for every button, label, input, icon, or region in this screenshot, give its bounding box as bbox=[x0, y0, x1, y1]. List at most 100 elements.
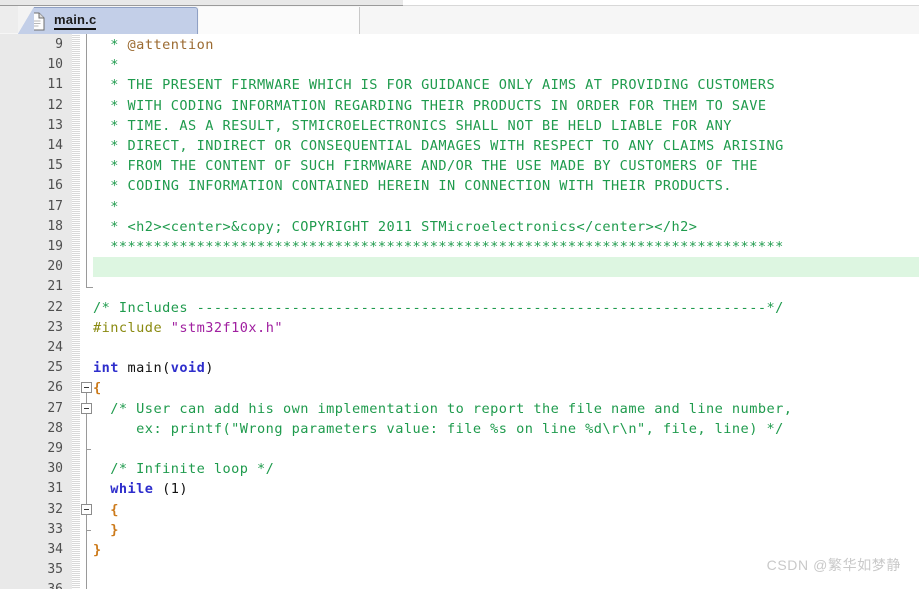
line-number: 22 bbox=[47, 299, 63, 315]
fold-region-end bbox=[86, 287, 93, 289]
line-number: 32 bbox=[47, 501, 63, 517]
code-line[interactable]: } bbox=[93, 540, 102, 560]
code-token: * DIRECT, INDIRECT OR CONSEQUENTIAL DAMA… bbox=[93, 138, 784, 154]
code-token: * bbox=[93, 198, 119, 215]
line-number: 12 bbox=[47, 97, 63, 113]
line-number: 29 bbox=[47, 441, 63, 456]
code-token: ) bbox=[179, 481, 189, 498]
fold-region-tick bbox=[86, 449, 91, 450]
code-line[interactable]: while (1) bbox=[93, 479, 188, 499]
code-line[interactable]: } bbox=[93, 520, 119, 540]
editor-body: 9 10 11 12 13 14 15 16 17 18 19 20 21 22 23 24 25 26 27 28 2… bbox=[0, 34, 919, 589]
code-token: /* Includes ----------------------------… bbox=[93, 299, 784, 316]
code-line[interactable]: /* Infinite loop */ bbox=[93, 459, 274, 479]
code-folding-column[interactable] bbox=[80, 34, 93, 589]
tab-bar-left-filler bbox=[0, 6, 18, 33]
code-token: } bbox=[93, 542, 102, 558]
code-token: "stm32f10x.h" bbox=[170, 319, 283, 336]
line-number: 13 bbox=[47, 117, 63, 133]
line-number: 18 bbox=[47, 218, 63, 234]
code-line[interactable]: * FROM THE CONTENT OF SUCH FIRMWARE AND/… bbox=[93, 156, 758, 176]
code-line[interactable]: * WITH CODING INFORMATION REGARDING THEI… bbox=[93, 96, 766, 116]
csdn-watermark: CSDN @繁华如梦静 bbox=[766, 557, 901, 573]
code-token: * bbox=[93, 37, 128, 53]
code-token: /* User can add his own implementation t… bbox=[93, 400, 793, 417]
code-line[interactable]: #include "stm32f10x.h" bbox=[93, 318, 283, 338]
line-number: 11 bbox=[47, 77, 63, 93]
line-number: 14 bbox=[47, 138, 63, 153]
editor-tab-bar: main.c bbox=[0, 6, 919, 35]
code-line[interactable]: ex: printf("Wrong parameters value: file… bbox=[93, 419, 784, 439]
line-number: 33 bbox=[47, 521, 63, 537]
code-token: ex: printf("Wrong parameters value: file… bbox=[93, 420, 784, 437]
line-number-gutter[interactable]: 9 10 11 12 13 14 15 16 17 18 19 20 21 22 23 24 25 26 27 28 2… bbox=[0, 34, 72, 589]
code-line[interactable]: * bbox=[93, 55, 119, 75]
code-line[interactable]: int main(void) bbox=[93, 358, 214, 378]
code-token: * WITH CODING INFORMATION REGARDING THEI… bbox=[93, 97, 767, 114]
line-number: 31 bbox=[47, 481, 63, 497]
highlighted-line bbox=[93, 257, 919, 278]
fold-collapse-icon[interactable] bbox=[81, 402, 92, 414]
code-line[interactable]: * TIME. AS A RESULT, STMICROELECTRONICS … bbox=[93, 116, 732, 136]
code-token: ( bbox=[162, 360, 171, 377]
code-text-area[interactable]: * @attention * * THE PRESENT FIRMWARE WH… bbox=[93, 34, 919, 589]
fold-guide-line bbox=[86, 34, 87, 288]
line-number: 23 bbox=[47, 319, 63, 335]
code-line[interactable]: * <h2><center>&copy; COPYRIGHT 2011 STMi… bbox=[93, 217, 697, 237]
code-token: @attention bbox=[127, 37, 214, 53]
code-token: int bbox=[93, 360, 119, 377]
code-line[interactable]: * DIRECT, INDIRECT OR CONSEQUENTIAL DAMA… bbox=[93, 136, 784, 156]
code-token: * TIME. AS A RESULT, STMICROELECTRONICS … bbox=[93, 117, 732, 134]
code-token: * THE PRESENT FIRMWARE WHICH IS FOR GUID… bbox=[93, 77, 776, 94]
line-number: 25 bbox=[47, 360, 63, 376]
code-token: { bbox=[93, 380, 102, 397]
line-number: 36 bbox=[47, 580, 63, 589]
code-line[interactable]: { bbox=[93, 500, 119, 520]
code-token: ****************************************… bbox=[93, 239, 784, 255]
line-number: 24 bbox=[47, 340, 63, 355]
code-line[interactable]: /* User can add his own implementation t… bbox=[93, 399, 792, 419]
code-token: ( bbox=[153, 481, 171, 498]
code-line[interactable]: { bbox=[93, 378, 102, 398]
tab-left-bevel bbox=[18, 7, 34, 34]
code-line[interactable]: * THE PRESENT FIRMWARE WHICH IS FOR GUID… bbox=[93, 75, 775, 95]
tab-main-c[interactable]: main.c bbox=[18, 7, 198, 34]
fold-guide-line bbox=[86, 387, 87, 589]
code-token: * FROM THE CONTENT OF SUCH FIRMWARE AND/… bbox=[93, 158, 758, 175]
code-token: void bbox=[170, 360, 206, 377]
code-token: * CODING INFORMATION CONTAINED HEREIN IN… bbox=[93, 178, 732, 195]
line-number: 10 bbox=[47, 57, 63, 73]
code-token: * bbox=[93, 57, 119, 74]
code-token: { bbox=[110, 501, 119, 518]
code-token: main bbox=[118, 360, 163, 377]
code-line[interactable]: * bbox=[93, 197, 119, 217]
fold-collapse-icon[interactable] bbox=[81, 503, 92, 515]
line-number: 19 bbox=[47, 239, 63, 254]
code-editor-window: main.c 9 10 11 12 13 14 15 16 17 18 19 20 21 22 23 24 25… bbox=[0, 0, 919, 589]
code-token: #include bbox=[93, 319, 171, 336]
line-number: 16 bbox=[47, 178, 63, 194]
code-token: ) bbox=[205, 360, 214, 377]
line-number: 28 bbox=[47, 420, 63, 436]
line-number: 26 bbox=[47, 380, 63, 396]
line-number: 20 bbox=[47, 259, 63, 275]
line-number: 35 bbox=[47, 562, 63, 578]
fold-collapse-icon[interactable] bbox=[81, 382, 92, 394]
code-line[interactable]: ****************************************… bbox=[93, 237, 784, 257]
tab-bar-empty-area bbox=[199, 7, 360, 34]
line-number: 9 bbox=[55, 37, 63, 52]
code-token: * <h2><center>&copy; COPYRIGHT 2011 STMi… bbox=[93, 218, 698, 235]
line-number: 15 bbox=[47, 158, 63, 174]
line-number: 21 bbox=[47, 279, 63, 295]
fold-region-tick bbox=[86, 529, 91, 531]
code-token: /* Infinite loop */ bbox=[93, 461, 275, 478]
code-token: } bbox=[110, 521, 119, 538]
code-line[interactable]: * CODING INFORMATION CONTAINED HEREIN IN… bbox=[93, 176, 732, 196]
code-line[interactable]: /* Includes ----------------------------… bbox=[93, 298, 784, 318]
gutter-separator bbox=[72, 34, 80, 589]
code-line[interactable]: * @attention bbox=[93, 35, 214, 55]
tab-label: main.c bbox=[54, 12, 97, 30]
line-number: 17 bbox=[47, 198, 63, 214]
